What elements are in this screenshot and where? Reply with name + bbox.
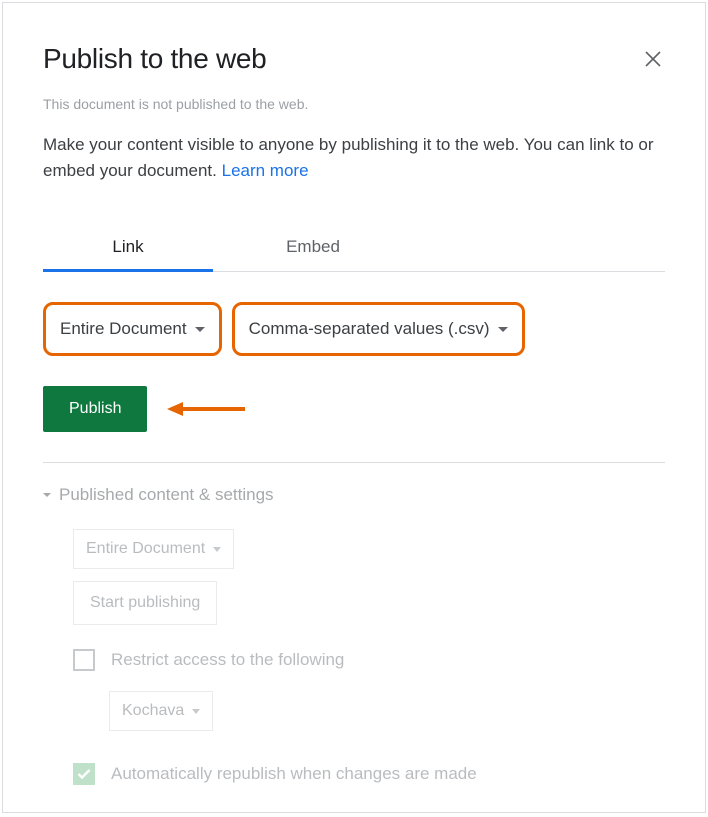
auto-republish-row: Automatically republish when changes are… (73, 763, 665, 785)
auto-republish-label: Automatically republish when changes are… (111, 764, 477, 784)
auto-republish-checkbox[interactable] (73, 763, 95, 785)
dialog-header: Publish to the web (43, 43, 665, 76)
close-button[interactable] (641, 47, 665, 76)
restrict-access-checkbox[interactable] (73, 649, 95, 671)
settings-header-label: Published content & settings (59, 485, 274, 505)
publish-dialog: Publish to the web This document is not … (2, 2, 706, 813)
caret-down-icon (213, 547, 221, 552)
divider (43, 462, 665, 463)
publish-row: Publish (43, 386, 665, 432)
restrict-target-dropdown[interactable]: Kochava (109, 691, 213, 731)
dialog-title: Publish to the web (43, 43, 266, 75)
close-icon (645, 51, 661, 67)
start-publishing-button[interactable]: Start publishing (73, 581, 217, 625)
caret-down-icon (195, 327, 205, 332)
settings-scope-dropdown[interactable]: Entire Document (73, 529, 234, 569)
arrow-annotation (163, 399, 248, 419)
description-text: Make your content visible to anyone by p… (43, 135, 654, 180)
settings-body: Entire Document Start publishing Restric… (43, 529, 665, 785)
format-dropdown-label: Comma-separated values (.csv) (249, 319, 490, 339)
settings-section: Published content & settings Entire Docu… (43, 485, 665, 785)
scope-dropdown[interactable]: Entire Document (43, 302, 222, 356)
arrow-left-icon (163, 399, 248, 419)
publish-status: This document is not published to the we… (43, 96, 665, 112)
settings-toggle[interactable]: Published content & settings (43, 485, 665, 505)
format-dropdown[interactable]: Comma-separated values (.csv) (232, 302, 525, 356)
tabs: Link Embed (43, 223, 665, 272)
publish-button[interactable]: Publish (43, 386, 147, 432)
caret-down-icon (498, 327, 508, 332)
caret-down-icon (43, 493, 51, 497)
restrict-access-row: Restrict access to the following (73, 649, 665, 671)
checkmark-icon (77, 768, 91, 780)
restrict-access-label: Restrict access to the following (111, 650, 344, 670)
scope-dropdown-label: Entire Document (60, 319, 187, 339)
dialog-description: Make your content visible to anyone by p… (43, 132, 665, 183)
settings-scope-label: Entire Document (86, 540, 205, 558)
tab-link[interactable]: Link (43, 223, 213, 271)
learn-more-link[interactable]: Learn more (222, 161, 309, 180)
caret-down-icon (192, 709, 200, 714)
tab-embed[interactable]: Embed (213, 223, 413, 271)
restrict-target-wrapper: Kochava (109, 691, 665, 743)
dropdowns-row: Entire Document Comma-separated values (… (43, 302, 665, 356)
restrict-target-label: Kochava (122, 702, 184, 720)
